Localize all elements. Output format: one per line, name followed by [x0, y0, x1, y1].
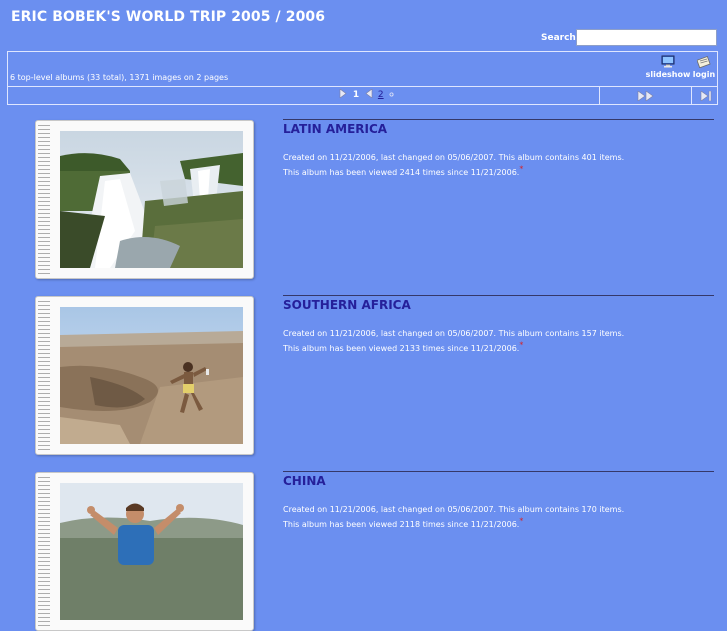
pager: 1 2: [339, 88, 394, 101]
last-page-button[interactable]: [691, 87, 718, 104]
canyon-photo: [60, 307, 243, 444]
album-views-line: This album has been viewed 2133 times si…: [283, 341, 714, 356]
bullet-icon: [388, 90, 394, 100]
album-title-link[interactable]: SOUTHERN AFRICA: [283, 298, 714, 312]
album-title-link[interactable]: CHINA: [283, 474, 714, 488]
page-2-link[interactable]: 2: [378, 90, 384, 100]
search-label: Search:: [541, 33, 580, 43]
notebook-spiral: [38, 125, 50, 274]
album-created-text: Created on 11/21/2006, last changed on 0…: [283, 505, 625, 514]
current-page: 1: [352, 90, 360, 100]
album-views-text: This album has been viewed 2133 times si…: [283, 344, 520, 353]
waterfall-photo: [60, 131, 243, 268]
album-thumbnail-china[interactable]: [35, 472, 254, 631]
album-divider: [283, 471, 714, 472]
album-summary: 6 top-level albums (33 total), 1371 imag…: [10, 73, 229, 82]
album-info-southern-africa: SOUTHERN AFRICA Created on 11/21/2006, l…: [283, 295, 714, 356]
monitor-icon: [661, 55, 675, 68]
fast-forward-icon: [637, 91, 654, 101]
slideshow-label: slideshow: [645, 70, 691, 79]
navigation-bar: 1 2: [7, 87, 718, 105]
album-info-latin-america: LATIN AMERICA Created on 11/21/2006, las…: [283, 119, 714, 180]
next-page-icon[interactable]: [339, 88, 347, 101]
portrait-photo: [60, 483, 243, 620]
album-divider: [283, 119, 714, 120]
search-input[interactable]: [576, 29, 717, 46]
album-views-text: This album has been viewed 2414 times si…: [283, 168, 520, 177]
new-star-icon: *: [519, 516, 524, 526]
album-views-text: This album has been viewed 2118 times si…: [283, 520, 520, 529]
album-title-link[interactable]: LATIN AMERICA: [283, 122, 714, 136]
prev-page-icon[interactable]: [365, 88, 373, 101]
new-star-icon: *: [519, 164, 524, 174]
new-star-icon: *: [519, 340, 524, 350]
album-views-line: This album has been viewed 2414 times si…: [283, 165, 714, 180]
album-created-text: Created on 11/21/2006, last changed on 0…: [283, 153, 625, 162]
site-title[interactable]: ERIC BOBEK'S WORLD TRIP 2005 / 2006: [11, 9, 325, 25]
notebook-spiral: [38, 301, 50, 450]
last-page-icon: [700, 91, 712, 101]
next-pages-button[interactable]: [599, 87, 691, 104]
album-views-line: This album has been viewed 2118 times si…: [283, 517, 714, 532]
album-divider: [283, 295, 714, 296]
album-created-text: Created on 11/21/2006, last changed on 0…: [283, 329, 625, 338]
login-label: login: [692, 70, 716, 79]
album-info-china: CHINA Created on 11/21/2006, last change…: [283, 471, 714, 532]
login-button[interactable]: login: [692, 55, 716, 79]
slideshow-button[interactable]: slideshow: [644, 55, 692, 79]
info-bar: 6 top-level albums (33 total), 1371 imag…: [7, 51, 718, 87]
album-thumbnail-southern-africa[interactable]: [35, 296, 254, 455]
album-thumbnail-latin-america[interactable]: [35, 120, 254, 279]
login-icon: [697, 56, 711, 68]
notebook-spiral: [38, 477, 50, 626]
